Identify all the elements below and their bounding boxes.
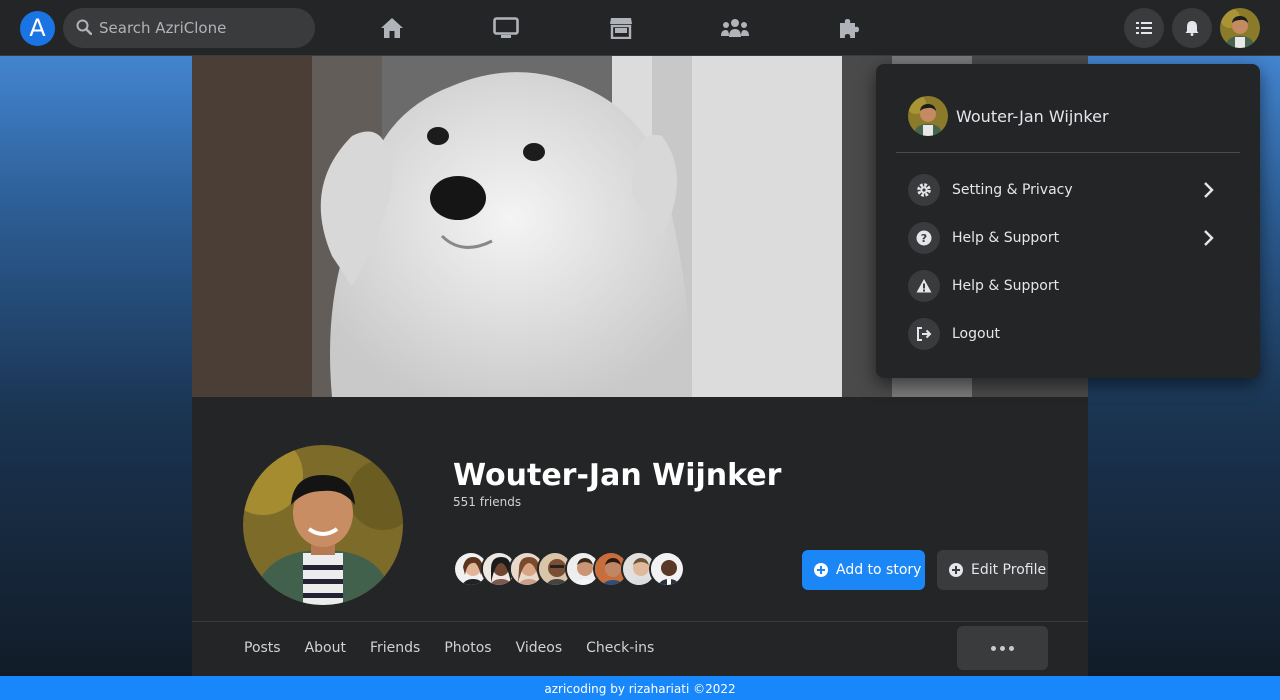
edit-profile-label: Edit Profile xyxy=(971,562,1047,578)
store-icon[interactable] xyxy=(607,14,635,42)
gear-icon xyxy=(908,174,940,206)
profile-picture[interactable] xyxy=(243,445,403,605)
dot xyxy=(991,645,996,651)
tab-check-ins[interactable]: Check-ins xyxy=(586,640,654,656)
search-icon xyxy=(76,19,92,35)
add-to-story-label: Add to story xyxy=(836,562,922,578)
puzzle-icon[interactable] xyxy=(835,14,863,42)
profile-tabs: Posts About Friends Photos Videos Check-… xyxy=(244,640,654,656)
menu-list-button[interactable] xyxy=(1124,8,1164,48)
chevron-right-icon xyxy=(1204,182,1214,198)
tabs-divider xyxy=(192,621,1088,622)
edit-profile-button[interactable]: Edit Profile xyxy=(937,550,1048,590)
friends-count: 551 friends xyxy=(453,495,522,509)
dot xyxy=(1009,645,1014,651)
dropdown-user-name: Wouter-Jan Wijnker xyxy=(956,106,1109,126)
more-options-button[interactable] xyxy=(957,626,1048,670)
footer-text: azricoding by rizahariati ©2022 xyxy=(544,682,736,696)
plus-circle-icon xyxy=(814,563,828,577)
tab-photos[interactable]: Photos xyxy=(444,640,491,656)
avatar xyxy=(908,96,948,136)
chevron-right-icon xyxy=(1204,230,1214,246)
warning-icon xyxy=(908,270,940,302)
menu-item-help-support[interactable]: ? Help & Support xyxy=(908,220,1228,256)
menu-item-label: Help & Support xyxy=(952,230,1060,246)
search-box xyxy=(63,8,315,48)
friend-avatar[interactable] xyxy=(649,551,685,587)
account-dropdown-menu: Wouter-Jan Wijnker Setting & Privacy ? H… xyxy=(876,64,1260,378)
dropdown-divider xyxy=(896,152,1240,153)
footer: azricoding by rizahariati ©2022 xyxy=(0,676,1280,700)
plus-circle-icon xyxy=(949,563,963,577)
menu-item-logout[interactable]: Logout xyxy=(908,316,1228,352)
friend-avatars xyxy=(453,551,693,589)
tab-about[interactable]: About xyxy=(305,640,346,656)
notifications-button[interactable] xyxy=(1172,8,1212,48)
question-icon: ? xyxy=(908,222,940,254)
logout-icon xyxy=(908,318,940,350)
tv-icon[interactable] xyxy=(492,14,520,42)
tab-videos[interactable]: Videos xyxy=(516,640,563,656)
tab-friends[interactable]: Friends xyxy=(370,640,420,656)
app-logo[interactable]: A xyxy=(20,11,55,46)
menu-item-report[interactable]: Help & Support xyxy=(908,268,1228,304)
search-input[interactable] xyxy=(99,8,304,48)
avatar[interactable] xyxy=(1220,8,1260,48)
menu-item-label: Help & Support xyxy=(952,278,1060,294)
menu-item-label: Setting & Privacy xyxy=(952,182,1073,198)
home-icon[interactable] xyxy=(378,14,406,42)
tab-posts[interactable]: Posts xyxy=(244,640,281,656)
bell-icon xyxy=(1185,21,1199,36)
profile-name: Wouter-Jan Wijnker xyxy=(453,458,782,493)
menu-item-label: Logout xyxy=(952,326,1000,342)
add-to-story-button[interactable]: Add to story xyxy=(802,550,925,590)
group-icon[interactable] xyxy=(721,14,749,42)
dropdown-user-link[interactable]: Wouter-Jan Wijnker xyxy=(908,96,1109,136)
dot xyxy=(1000,645,1005,651)
list-icon xyxy=(1136,22,1152,34)
menu-item-settings-privacy[interactable]: Setting & Privacy xyxy=(908,172,1228,208)
svg-text:?: ? xyxy=(921,232,927,245)
top-navigation-bar: A xyxy=(0,0,1280,56)
